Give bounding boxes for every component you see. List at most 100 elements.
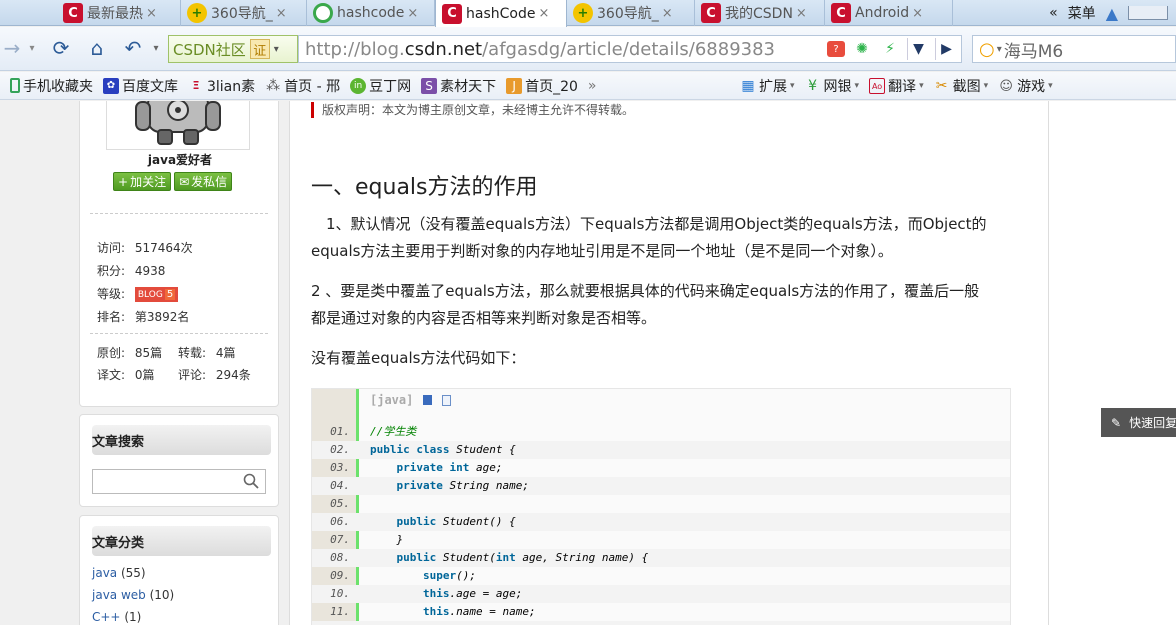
category-item[interactable]: java (55)	[92, 566, 146, 580]
csdn-icon: C	[701, 3, 721, 23]
stat-comments: 评论: 294条	[178, 366, 251, 383]
search-engine-icon[interactable]: ○	[979, 39, 995, 60]
bookmarks-overflow[interactable]: »	[588, 78, 597, 94]
close-icon[interactable]: ×	[662, 6, 673, 21]
search-input[interactable]: ○ ▾ 海马M6	[972, 35, 1176, 63]
category-link[interactable]: java	[92, 566, 117, 580]
plus-icon: +	[118, 174, 129, 189]
csdn-icon: C	[442, 3, 462, 24]
tab-3[interactable]: hashcode ×	[307, 0, 435, 26]
go-icon[interactable]: ▶	[935, 38, 957, 60]
tab-7[interactable]: C Android ×	[825, 0, 953, 26]
bookmark-xing[interactable]: ⁂ 首页 - 邢	[265, 76, 340, 96]
tab-4-active[interactable]: C hashCode ×	[435, 0, 567, 27]
extension-button[interactable]: ▦ 扩展 ▾	[740, 76, 794, 96]
code-text: this.age = age;	[422, 587, 523, 600]
message-button[interactable]: ✉ 发私信	[174, 172, 233, 191]
screenshot-button[interactable]: ✂ 截图 ▾	[934, 76, 988, 96]
tab-label: hashCode	[466, 5, 536, 22]
window-controls: « 菜单 ▲	[1049, 0, 1176, 26]
bookmark-home20[interactable]: J 首页_20	[506, 76, 578, 96]
close-icon[interactable]: ×	[276, 6, 287, 21]
stat-label: 评论:	[178, 368, 207, 382]
notification-icon[interactable]: ?	[827, 41, 845, 57]
tab-6[interactable]: C 我的CSDN ×	[695, 0, 825, 26]
search-value: 海马M6	[1003, 41, 1064, 62]
stat-visits: 访问: 517464次	[97, 239, 193, 256]
category-item[interactable]: java web (10)	[92, 588, 174, 602]
quick-reply-button[interactable]: ✎ 快速回复	[1101, 408, 1176, 437]
lightning-icon[interactable]: ⚡	[879, 38, 901, 60]
forward-icon[interactable]: →	[2, 35, 22, 61]
stat-label: 译文:	[97, 368, 126, 382]
article-search-input[interactable]	[92, 469, 266, 494]
username[interactable]: java爱好者	[80, 151, 280, 168]
category-link[interactable]: java web	[92, 588, 146, 602]
undo-icon[interactable]: ↶	[120, 35, 146, 61]
tab-5[interactable]: + 360导航_ ×	[567, 0, 695, 26]
bank-icon: ¥	[808, 78, 817, 94]
code-line: 02. public class Student {	[312, 441, 1010, 459]
close-icon[interactable]: ×	[407, 6, 418, 21]
copy-icon[interactable]	[442, 394, 452, 406]
bookmark-phone[interactable]: 手机收藏夹	[10, 76, 93, 96]
tab-1[interactable]: C 最新最热 ×	[57, 0, 181, 26]
category-item[interactable]: C++ (1)	[92, 610, 141, 624]
close-icon[interactable]: ×	[146, 6, 157, 21]
bookmark-label: 豆丁网	[369, 78, 412, 95]
article-heading: 一、equals方法的作用	[311, 175, 538, 200]
tab-2[interactable]: + 360导航_ ×	[181, 0, 307, 26]
home-icon[interactable]: ⌂	[84, 35, 110, 61]
section-header: 文章分类	[92, 526, 271, 556]
bookmark-3lian[interactable]: Ξ 3lian素	[188, 76, 256, 96]
follow-button[interactable]: + 加关注	[113, 172, 172, 191]
url-input[interactable]: http://blog. csdn.net/afgasdg/article/det…	[298, 35, 962, 63]
translate-button[interactable]: Ao 翻译 ▾	[869, 76, 924, 96]
speed-icon[interactable]: ✺	[851, 38, 873, 60]
line-number: 03.	[330, 461, 350, 474]
code-line: 04. private String name;	[312, 477, 1010, 495]
url-path: /afgasdg/article/details/6889383	[482, 38, 776, 60]
search-engine-dropdown-icon[interactable]: ▾	[997, 44, 1002, 55]
bookmark-sucai[interactable]: S 素材天下	[421, 76, 496, 96]
paragraph-1-line-2: equals方法主要用于判断对象的内存地址引用是不是同一个地址（是不是同一个对象…	[311, 242, 893, 260]
view-plain-icon[interactable]	[423, 395, 433, 405]
line-number: 07.	[330, 533, 350, 546]
stat-value: 4篇	[215, 346, 236, 360]
menu-label: 菜单	[1067, 6, 1096, 22]
forward-dropdown-icon[interactable]: ▾	[26, 35, 38, 61]
site-dropdown[interactable]: CSDN社区 证 ▾	[168, 35, 298, 63]
game-button[interactable]: ☺ 游戏 ▾	[998, 76, 1052, 96]
bookmark-douding[interactable]: in 豆丁网	[350, 76, 411, 96]
bank-button[interactable]: ¥ 网银 ▾	[805, 76, 859, 96]
avatar[interactable]	[106, 101, 250, 150]
bookmark-label: 3lian素	[207, 78, 256, 95]
level-badge: BLOG 5	[134, 287, 179, 302]
menu-button[interactable]: 菜单	[1068, 3, 1096, 23]
category-link[interactable]: C++	[92, 610, 121, 624]
translate-icon: Ao	[869, 78, 886, 94]
close-icon[interactable]: ×	[912, 6, 923, 21]
undo-dropdown-icon[interactable]: ▾	[150, 35, 162, 61]
stat-original: 原创: 85篇	[97, 344, 162, 361]
csdn-icon: C	[831, 3, 851, 23]
line-number: 05.	[330, 497, 350, 510]
close-icon[interactable]: ×	[538, 6, 549, 21]
code-text: public class Student {	[370, 443, 516, 456]
toolbar-label: 翻译	[888, 79, 917, 95]
code-text: this.name = name;	[422, 605, 536, 618]
code-language[interactable]: [java]	[370, 393, 413, 407]
copyright-notice: 版权声明：本文为博主原创文章，未经博主允许不得转载。	[311, 102, 634, 118]
minimize-button[interactable]	[1128, 6, 1168, 20]
tab-overflow-button[interactable]: «	[1049, 5, 1058, 21]
shirt-icon[interactable]: ▲	[1106, 4, 1118, 23]
phone-icon	[10, 78, 20, 93]
close-icon[interactable]: ×	[796, 6, 807, 21]
stat-value: 294条	[215, 368, 251, 382]
search-icon[interactable]	[243, 473, 259, 489]
refresh-icon[interactable]: ⟳	[48, 35, 74, 61]
browser-tab-bar: C 最新最热 × + 360导航_ × hashcode × C hashCod…	[0, 0, 1176, 27]
bookmark-baidu[interactable]: ✿ 百度文库	[103, 76, 178, 96]
extension-icon: ▦	[741, 78, 755, 94]
url-dropdown-icon[interactable]: ▼	[907, 38, 929, 60]
